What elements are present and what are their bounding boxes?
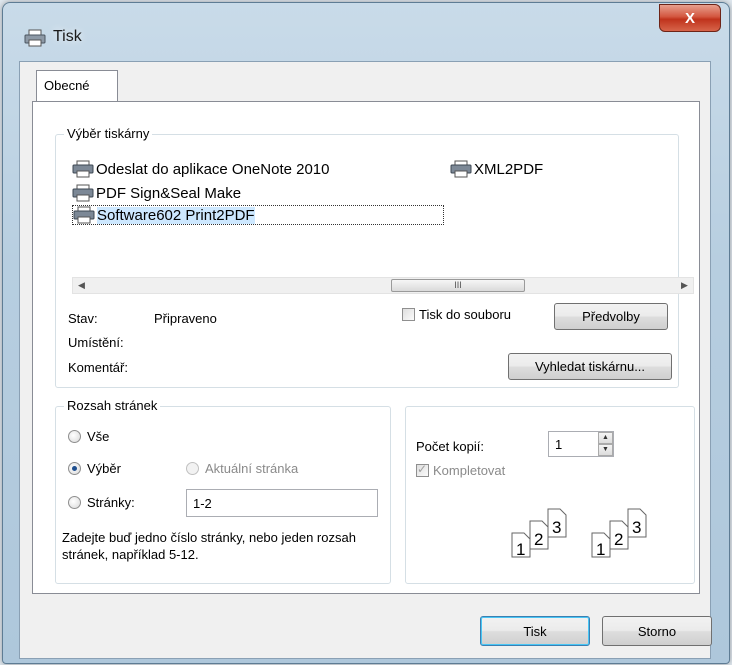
- copies-spin-up-icon[interactable]: ▲: [598, 432, 613, 444]
- radio-circle-disabled[interactable]: [186, 462, 199, 475]
- status-value: Připraveno: [154, 311, 217, 326]
- range-current-page-radio[interactable]: Aktuální stránka: [186, 461, 298, 476]
- page-range-hint: Zadejte buď jedno číslo stránky, nebo je…: [62, 530, 356, 562]
- copies-label: Počet kopií:: [416, 439, 484, 454]
- printer-name: PDF Sign&Seal Make: [96, 184, 242, 202]
- tab-general-label: Obecné: [44, 78, 90, 93]
- print-to-file-label: Tisk do souboru: [419, 307, 512, 322]
- printer-icon: [24, 29, 46, 47]
- printer-icon: [73, 206, 95, 224]
- checkbox-box-checked[interactable]: [416, 462, 429, 477]
- radio-circle-selected[interactable]: [68, 462, 81, 475]
- scrollbar-thumb[interactable]: III: [391, 279, 525, 292]
- page-range-legend: Rozsah stránek: [64, 398, 161, 413]
- scroll-right-arrow-icon[interactable]: ▶: [676, 278, 693, 293]
- preferences-button[interactable]: Předvolby: [554, 303, 668, 330]
- range-selection-label: Výběr: [87, 461, 121, 476]
- printer-name: XML2PDF: [474, 160, 544, 178]
- print-dialog-window: Tisk X Obecné Výběr tiskárny Odeslat do …: [2, 2, 730, 664]
- collate-label: Kompletovat: [433, 463, 506, 478]
- range-pages-label: Stránky:: [87, 495, 135, 510]
- printer-group-legend: Výběr tiskárny: [64, 126, 153, 141]
- printer-selection-group: Výběr tiskárny Odeslat do aplikace OneNo…: [55, 126, 694, 388]
- print-to-file-checkbox[interactable]: Tisk do souboru: [402, 307, 511, 322]
- printer-list-scrollbar[interactable]: ◀ III ▶: [72, 277, 694, 294]
- printer-item-xml2pdf[interactable]: XML2PDF: [450, 159, 543, 179]
- print-button-label: Tisk: [523, 623, 547, 639]
- dialog-client-area: Obecné Výběr tiskárny Odeslat do aplikac…: [19, 61, 712, 659]
- comment-label: Komentář:: [68, 360, 128, 375]
- page-number-3: 3: [632, 518, 641, 537]
- printer-item-pdf-sign-seal[interactable]: PDF Sign&Seal Make: [72, 183, 241, 203]
- range-pages-radio[interactable]: Stránky:: [68, 495, 135, 510]
- close-icon: X: [684, 9, 695, 27]
- find-printer-button[interactable]: Vyhledat tiskárnu...: [508, 353, 672, 380]
- page-number-2: 2: [534, 530, 543, 549]
- close-button[interactable]: X: [659, 4, 721, 32]
- range-current-page-label: Aktuální stránka: [205, 461, 299, 476]
- scrollbar-grip-icon: III: [454, 280, 462, 290]
- cancel-button[interactable]: Storno: [602, 616, 712, 646]
- tab-general[interactable]: Obecné: [36, 70, 118, 102]
- status-label: Stav:: [68, 311, 98, 326]
- title-bar[interactable]: Tisk X: [3, 3, 729, 47]
- preferences-button-label: Předvolby: [582, 309, 640, 324]
- collate-pages-icon: 3 2 1: [511, 508, 567, 559]
- printer-icon: [72, 184, 94, 202]
- page-number-1: 1: [516, 540, 525, 559]
- copies-group: Počet kopií: 1 ▲ ▼ Kompletovat 3: [405, 406, 695, 584]
- checkbox-box[interactable]: [402, 308, 415, 321]
- collate-pages-icon: 3 2 1: [591, 508, 647, 559]
- radio-circle[interactable]: [68, 496, 81, 509]
- printer-item-software602[interactable]: Software602 Print2PDF: [72, 205, 444, 225]
- printer-icon: [450, 160, 472, 178]
- window-title: Tisk: [53, 28, 82, 45]
- range-all-radio[interactable]: Vše: [68, 429, 109, 444]
- radio-circle[interactable]: [68, 430, 81, 443]
- printer-list[interactable]: Odeslat do aplikace OneNote 2010 XML2PDF: [72, 151, 543, 269]
- printer-name: Odeslat do aplikace OneNote 2010: [96, 160, 330, 178]
- location-label: Umístění:: [68, 335, 124, 350]
- printer-item-onenote[interactable]: Odeslat do aplikace OneNote 2010: [72, 159, 330, 179]
- print-button[interactable]: Tisk: [480, 616, 590, 646]
- pages-input[interactable]: 1-2: [186, 489, 378, 517]
- collate-checkbox[interactable]: Kompletovat: [416, 462, 506, 478]
- copies-spin-down-icon[interactable]: ▼: [598, 444, 613, 456]
- range-selection-radio[interactable]: Výběr: [68, 461, 121, 476]
- pages-input-value: 1-2: [193, 495, 212, 511]
- tab-panel-general: Výběr tiskárny Odeslat do aplikace OneNo…: [32, 101, 700, 594]
- scroll-left-arrow-icon[interactable]: ◀: [73, 278, 90, 293]
- page-number-3: 3: [552, 518, 561, 537]
- printer-name: Software602 Print2PDF: [97, 206, 255, 224]
- copies-input-value: 1: [555, 436, 563, 452]
- range-all-label: Vše: [87, 429, 110, 444]
- page-range-group: Rozsah stránek Vše Výběr Aktuální stránk…: [55, 398, 391, 584]
- page-number-2: 2: [614, 530, 623, 549]
- cancel-button-label: Storno: [637, 623, 677, 639]
- printer-icon: [72, 160, 94, 178]
- page-number-1: 1: [596, 540, 605, 559]
- find-printer-button-label: Vyhledat tiskárnu...: [534, 359, 646, 374]
